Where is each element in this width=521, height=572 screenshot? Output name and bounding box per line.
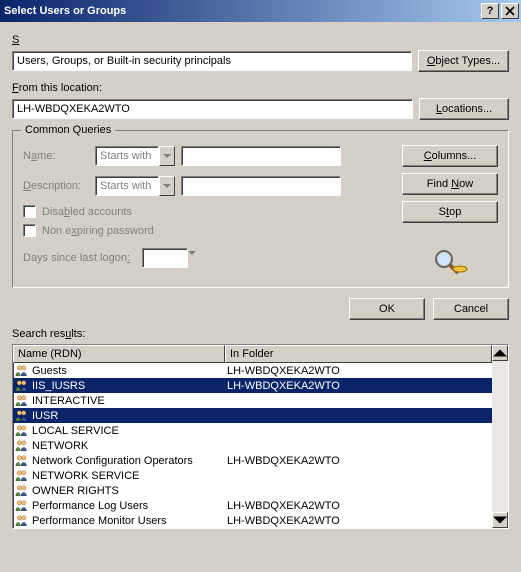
group-icon	[15, 469, 29, 482]
cell-name: IUSR	[13, 409, 225, 422]
days-since-logon-combo[interactable]	[142, 248, 196, 268]
table-row[interactable]: IIS_IUSRSLH-WBDQXEKA2WTO	[13, 378, 492, 393]
titlebar: Select Users or Groups ?	[0, 0, 521, 22]
close-icon	[505, 6, 515, 16]
description-input[interactable]	[181, 176, 341, 196]
chevron-down-icon	[159, 146, 175, 166]
object-type-field: Users, Groups, or Built-in security prin…	[12, 51, 412, 71]
table-row[interactable]: Performance Monitor UsersLH-WBDQXEKA2WTO	[13, 513, 492, 528]
table-row[interactable]: Network Configuration OperatorsLH-WBDQXE…	[13, 453, 492, 468]
cell-folder: LH-WBDQXEKA2WTO	[225, 500, 492, 512]
table-row[interactable]: NETWORK SERVICE	[13, 468, 492, 483]
title-text: Select Users or Groups	[4, 5, 126, 17]
table-row[interactable]: INTERACTIVE	[13, 393, 492, 408]
table-row[interactable]: IUSR	[13, 408, 492, 423]
cell-folder: LH-WBDQXEKA2WTO	[225, 455, 492, 467]
days-since-logon-label: Days since last logon:	[23, 252, 130, 264]
ok-button[interactable]: OK	[349, 298, 425, 320]
cell-name: OWNER RIGHTS	[13, 484, 225, 497]
magnify-icon	[402, 247, 498, 275]
cell-name: Performance Log Users	[13, 499, 225, 512]
stop-button[interactable]: Stop	[402, 201, 498, 223]
chevron-down-icon	[188, 248, 196, 268]
find-now-button[interactable]: Find Now	[402, 173, 498, 195]
group-icon	[15, 379, 29, 392]
cell-name: Performance Monitor Users	[13, 514, 225, 527]
locations-button[interactable]: Locations...	[419, 98, 509, 120]
column-header-name[interactable]: Name (RDN)	[13, 345, 225, 363]
from-location-label: From this location:	[12, 82, 509, 94]
name-mode-combo[interactable]: Starts with	[95, 146, 175, 166]
cell-name: NETWORK SERVICE	[13, 469, 225, 482]
search-results-label: Search results:	[12, 328, 509, 340]
cell-name: Guests	[13, 364, 225, 377]
name-label: Name:	[23, 150, 89, 162]
name-input[interactable]	[181, 146, 341, 166]
columns-button[interactable]: Columns...	[402, 145, 498, 167]
cell-name: Network Configuration Operators	[13, 454, 225, 467]
cancel-button[interactable]: Cancel	[433, 298, 509, 320]
cell-folder: LH-WBDQXEKA2WTO	[225, 515, 492, 527]
checkbox-icon	[23, 205, 36, 218]
group-icon	[15, 409, 29, 422]
vertical-scrollbar[interactable]	[492, 345, 508, 528]
non-expiring-password-checkbox[interactable]: Non expiring password	[23, 224, 394, 237]
group-icon	[15, 364, 29, 377]
cell-folder: LH-WBDQXEKA2WTO	[225, 365, 492, 377]
group-icon	[15, 394, 29, 407]
object-types-button[interactable]: Object Types...	[418, 50, 509, 72]
location-field: LH-WBDQXEKA2WTO	[12, 99, 413, 119]
cell-name: INTERACTIVE	[13, 394, 225, 407]
group-icon	[15, 439, 29, 452]
cell-name: IIS_IUSRS	[13, 379, 225, 392]
table-row[interactable]: LOCAL SERVICE	[13, 423, 492, 438]
common-queries-group: Common Queries Name: Starts with Descrip…	[12, 130, 509, 288]
checkbox-icon	[23, 224, 36, 237]
cell-name: NETWORK	[13, 439, 225, 452]
scroll-up-icon	[492, 345, 508, 361]
group-icon	[15, 499, 29, 512]
help-button[interactable]: ?	[481, 3, 499, 19]
close-button[interactable]	[501, 3, 519, 19]
cell-folder: LH-WBDQXEKA2WTO	[225, 380, 492, 392]
group-icon	[15, 454, 29, 467]
description-label: Description:	[23, 180, 89, 192]
group-icon	[15, 514, 29, 527]
table-row[interactable]: GuestsLH-WBDQXEKA2WTO	[13, 363, 492, 378]
scroll-down-icon	[492, 512, 508, 528]
table-row[interactable]: OWNER RIGHTS	[13, 483, 492, 498]
chevron-down-icon	[159, 176, 175, 196]
common-queries-legend: Common Queries	[21, 124, 115, 136]
disabled-accounts-checkbox[interactable]: Disabled accounts	[23, 205, 394, 218]
results-table: Name (RDN) In Folder GuestsLH-WBDQXEKA2W…	[12, 344, 509, 529]
column-header-folder[interactable]: In Folder	[225, 345, 492, 363]
table-row[interactable]: NETWORK	[13, 438, 492, 453]
description-mode-combo[interactable]: Starts with	[95, 176, 175, 196]
cell-name: LOCAL SERVICE	[13, 424, 225, 437]
object-type-label: S	[12, 34, 509, 46]
group-icon	[15, 424, 29, 437]
table-row[interactable]: Performance Log UsersLH-WBDQXEKA2WTO	[13, 498, 492, 513]
group-icon	[15, 484, 29, 497]
